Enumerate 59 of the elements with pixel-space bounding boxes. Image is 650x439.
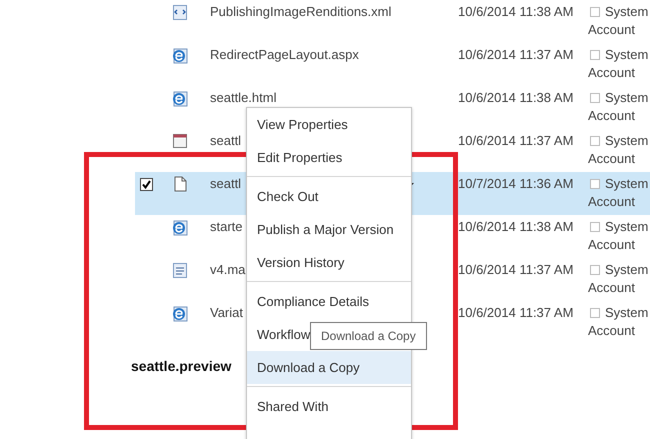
menu-item[interactable]: View Properties (247, 108, 411, 141)
file-name[interactable]: seattle.html (210, 90, 276, 105)
globe-document-icon (172, 305, 188, 322)
menu-item[interactable]: Check Out (247, 180, 411, 213)
menu-item[interactable]: Compliance Details (247, 285, 411, 318)
modified-date: 10/6/2014 11:37 AM (458, 305, 574, 320)
presence-icon (590, 179, 600, 189)
modified-date: 10/6/2014 11:38 AM (458, 219, 574, 234)
presence-icon (590, 50, 600, 60)
presence-icon (590, 136, 600, 146)
menu-item[interactable]: Version History (247, 246, 411, 279)
file-name[interactable]: Variat (210, 305, 243, 320)
user-name[interactable]: System (605, 46, 648, 64)
user-name[interactable]: System (605, 132, 648, 150)
menu-item[interactable]: Edit Properties (247, 141, 411, 174)
user-name[interactable]: Account (588, 322, 635, 340)
modified-date: 10/6/2014 11:37 AM (458, 262, 574, 277)
user-name[interactable]: System (605, 261, 648, 279)
user-name[interactable]: Account (588, 193, 635, 211)
user-name[interactable]: Account (588, 64, 635, 82)
menu-item[interactable]: Publish a Major Version (247, 213, 411, 246)
user-name[interactable]: System (605, 3, 648, 21)
blank-file-icon (174, 176, 186, 192)
user-name[interactable]: Account (588, 21, 635, 39)
file-name[interactable]: RedirectPageLayout.aspx (210, 47, 359, 62)
user-name[interactable]: Account (588, 150, 635, 168)
tooltip: Download a Copy (310, 322, 427, 350)
presence-icon (590, 308, 600, 318)
menu-item[interactable]: Download a Copy (247, 351, 411, 384)
code-file-icon (172, 4, 188, 21)
modified-date: 10/6/2014 11:38 AM (458, 90, 574, 105)
file-name[interactable]: seattl (210, 133, 242, 148)
modified-date: 10/6/2014 11:38 AM (458, 4, 574, 19)
user-name[interactable]: Account (588, 279, 635, 297)
user-name[interactable]: Account (588, 236, 635, 254)
globe-document-icon (172, 219, 188, 236)
modified-date: 10/6/2014 11:37 AM (458, 47, 574, 62)
presence-icon (590, 7, 600, 17)
text-file-icon (172, 262, 188, 279)
presence-icon (590, 265, 600, 275)
presence-icon (590, 93, 600, 103)
menu-item[interactable]: Shared With (247, 390, 411, 423)
user-name[interactable]: System (605, 175, 648, 193)
modified-date: 10/6/2014 11:37 AM (458, 133, 574, 148)
modified-date: 10/7/2014 11:36 AM (458, 176, 574, 191)
preview-title: seattle.preview (131, 358, 232, 374)
user-name[interactable]: System (605, 89, 648, 107)
checkbox[interactable] (140, 178, 153, 191)
file-name[interactable]: seattl (210, 176, 242, 191)
file-name[interactable]: v4.ma (210, 262, 246, 277)
user-name[interactable]: System (605, 304, 648, 322)
globe-document-icon (172, 90, 188, 107)
page-layout-icon (172, 133, 188, 149)
file-name[interactable]: PublishingImageRenditions.xml (210, 4, 392, 19)
presence-icon (590, 222, 600, 232)
user-name[interactable]: System (605, 218, 648, 236)
globe-document-icon (172, 47, 188, 64)
file-name[interactable]: starte (210, 219, 243, 234)
user-name[interactable]: Account (588, 107, 635, 125)
